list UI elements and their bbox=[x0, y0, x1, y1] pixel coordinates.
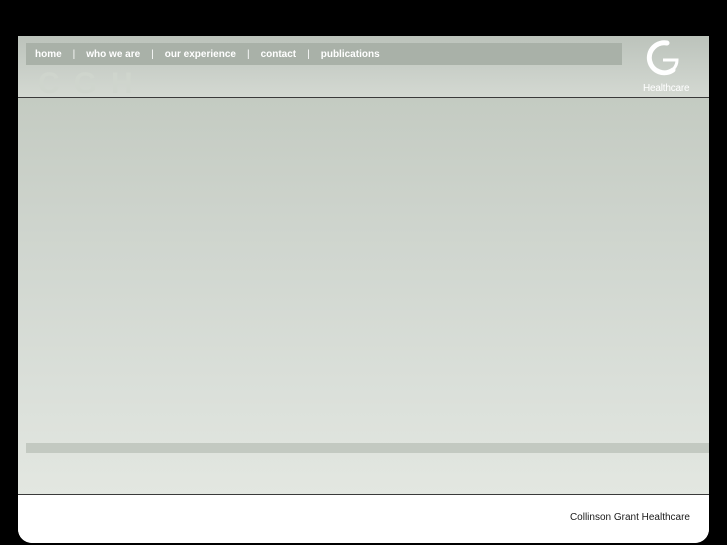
nav-separator: | bbox=[307, 48, 310, 60]
nav-home-link[interactable]: home bbox=[35, 49, 62, 60]
nav-our-experience-link[interactable]: our experience bbox=[165, 49, 236, 60]
logo-text: Healthcare bbox=[643, 83, 690, 94]
site-footer: Collinson Grant Healthcare bbox=[18, 495, 709, 543]
main-content bbox=[18, 98, 709, 495]
nav-who-we-are-link[interactable]: who we are bbox=[86, 49, 140, 60]
site-header: CGH home | who we are | our experience |… bbox=[18, 36, 709, 98]
main-nav: home | who we are | our experience | con… bbox=[26, 43, 622, 65]
nav-publications-link[interactable]: publications bbox=[321, 49, 380, 60]
footer-company-name: Collinson Grant Healthcare bbox=[569, 512, 690, 523]
nav-contact-link[interactable]: contact bbox=[261, 49, 297, 60]
nav-separator: | bbox=[72, 48, 76, 60]
page-frame: CGH home | who we are | our experience |… bbox=[18, 36, 709, 543]
nav-separator: | bbox=[151, 48, 154, 60]
cg-logo-icon bbox=[646, 40, 679, 76]
content-divider-stripe bbox=[26, 443, 709, 453]
company-logo[interactable]: Healthcare bbox=[634, 40, 694, 96]
header-watermark: CGH bbox=[38, 70, 147, 98]
nav-separator: | bbox=[246, 48, 250, 60]
